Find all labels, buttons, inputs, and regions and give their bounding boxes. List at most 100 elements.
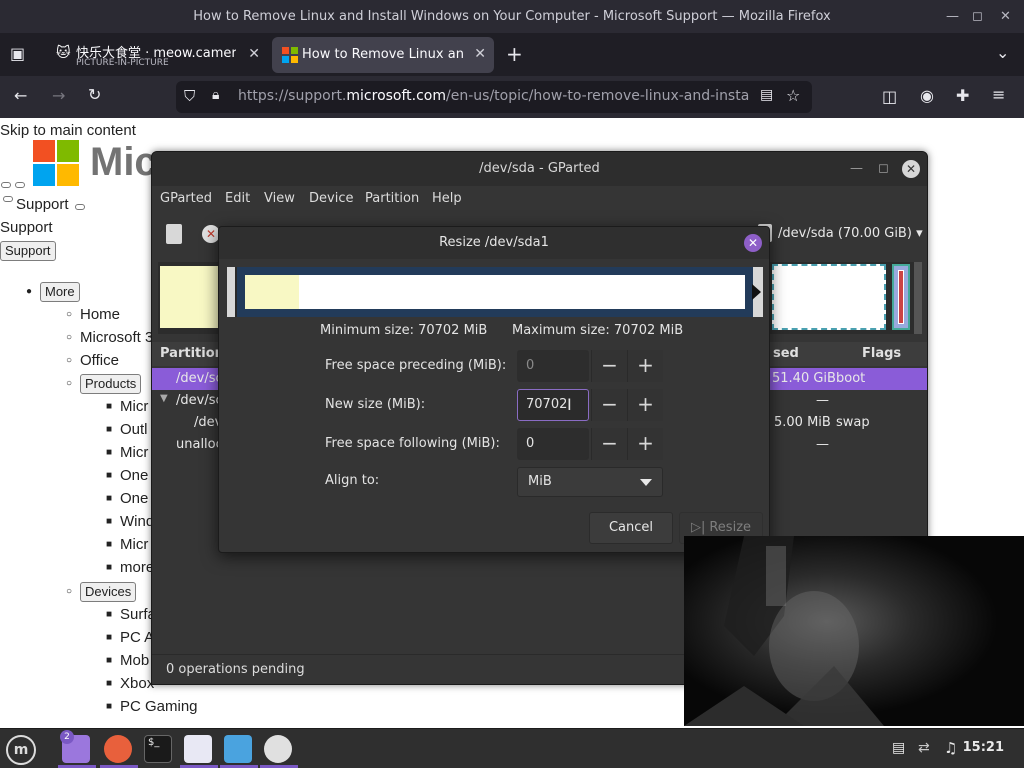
free-following-input[interactable]: 0 — [517, 428, 589, 460]
product-link[interactable]: Micr — [120, 444, 148, 461]
close-window-icon[interactable]: ✕ — [1000, 0, 1011, 33]
list-bullet: ■ — [106, 632, 113, 643]
device-link[interactable]: Mob — [120, 652, 149, 669]
menu-view[interactable]: View — [264, 191, 295, 206]
menu-edit[interactable]: Edit — [225, 191, 250, 206]
clipboard-tray-icon[interactable]: ▤ — [892, 740, 905, 756]
product-link[interactable]: One — [120, 467, 148, 484]
clock[interactable]: 15:21 — [963, 740, 1004, 755]
close-dialog-icon[interactable]: ✕ — [744, 234, 762, 252]
reload-icon[interactable]: ↻ — [88, 85, 101, 104]
free-preceding-input[interactable]: 0 — [517, 350, 589, 382]
expander-triangle-icon[interactable]: ▼ — [160, 393, 168, 404]
video-frame — [684, 536, 1024, 726]
bookmark-star-icon[interactable]: ☆ — [786, 86, 800, 105]
maximize-icon[interactable]: ◻ — [878, 152, 889, 186]
gparted-title: /dev/sda - GParted — [479, 161, 600, 176]
new-size-input[interactable]: 70702 — [517, 389, 589, 421]
url-text[interactable]: https://support.microsoft.com/en-us/topi… — [238, 88, 750, 104]
device-link[interactable]: PC A — [120, 629, 154, 646]
menu-gparted[interactable]: GParted — [160, 191, 212, 206]
network-tray-icon[interactable]: ⇄ — [918, 740, 930, 756]
menu-device[interactable]: Device — [309, 191, 353, 206]
firefox-icon[interactable] — [104, 735, 132, 763]
minimize-icon[interactable]: — — [850, 152, 863, 186]
url-bar[interactable]: ⛉ 🔒︎ https://support.microsoft.com/en-us… — [176, 81, 812, 113]
small-button[interactable] — [1, 182, 11, 188]
small-button[interactable] — [3, 196, 13, 202]
product-link[interactable]: Micr — [120, 536, 148, 553]
list-tabs-chevron-icon[interactable]: ⌄ — [996, 43, 1009, 62]
close-window-icon[interactable]: ✕ — [902, 160, 920, 178]
product-link[interactable]: One — [120, 490, 148, 507]
back-arrow-icon[interactable]: ← — [14, 86, 27, 105]
small-button[interactable] — [15, 182, 25, 188]
partition-map-unallocated[interactable] — [772, 264, 886, 330]
gparted-icon[interactable] — [224, 735, 252, 763]
reader-view-icon[interactable]: ▤ — [760, 87, 773, 103]
account-icon[interactable]: ◉ — [920, 86, 934, 105]
list-bullet: ■ — [106, 470, 113, 481]
partition-frame[interactable] — [237, 267, 753, 317]
tab-meow-camera[interactable]: 🐱 快乐大食堂 · meow.camera PICTURE-IN-PICTURE… — [46, 37, 268, 73]
text-editor-icon[interactable] — [184, 735, 212, 763]
skip-to-main-link[interactable]: Skip to main content — [0, 122, 136, 139]
device-link[interactable]: Xbox — [120, 675, 154, 692]
support-button[interactable]: Support — [0, 241, 56, 261]
tab-strip: ▣ 🐱 快乐大食堂 · meow.camera PICTURE-IN-PICTU… — [0, 33, 1024, 76]
tab-overview-icon[interactable]: ▣ — [10, 44, 25, 63]
align-to-dropdown[interactable]: MiB — [517, 467, 663, 497]
decrement-minus-icon[interactable]: − — [591, 389, 627, 421]
decrement-minus-icon[interactable]: − — [591, 428, 627, 460]
more-button[interactable]: More — [40, 282, 80, 302]
devices-button[interactable]: Devices — [80, 582, 137, 602]
column-flags[interactable]: Flags — [862, 346, 901, 361]
nav-microsoft365-link[interactable]: Microsoft 3 — [80, 329, 153, 346]
list-bullet: ○ — [66, 378, 73, 389]
lock-icon[interactable]: 🔒︎ — [212, 87, 219, 103]
decrement-minus-icon[interactable]: − — [591, 350, 627, 382]
product-link[interactable]: Outl — [120, 421, 148, 438]
pocket-icon[interactable]: ◫ — [882, 87, 897, 106]
terminal-icon[interactable]: $_ — [144, 735, 172, 763]
increment-plus-icon[interactable]: + — [627, 428, 663, 460]
disks-icon[interactable] — [264, 735, 292, 763]
menu-partition[interactable]: Partition — [365, 191, 419, 206]
product-link[interactable]: more — [120, 559, 154, 576]
resize-visual-bar[interactable] — [227, 267, 763, 317]
nav-office-link[interactable]: Office — [80, 352, 119, 369]
tab-microsoft-support[interactable]: How to Remove Linux and I ✕ — [272, 37, 494, 73]
new-tab-icon[interactable]: + — [506, 42, 523, 66]
increment-plus-icon[interactable]: + — [627, 350, 663, 382]
column-partition[interactable]: Partition — [160, 346, 224, 361]
right-arrow-icon[interactable] — [752, 284, 761, 300]
close-tab-icon[interactable]: ✕ — [248, 46, 260, 62]
support-link[interactable]: Support — [16, 196, 69, 213]
product-link[interactable]: Wind — [120, 513, 154, 530]
close-tab-icon[interactable]: ✕ — [474, 46, 486, 62]
device-selector[interactable]: /dev/sda (70.00 GiB) ▾ — [778, 226, 923, 241]
partition-map-sda1[interactable] — [160, 266, 218, 328]
maximize-icon[interactable]: ◻ — [972, 0, 983, 33]
partition-map-swap[interactable] — [892, 264, 910, 330]
device-link[interactable]: PC Gaming — [120, 698, 198, 715]
shield-icon[interactable]: ⛉ — [184, 87, 195, 105]
product-link[interactable]: Micr — [120, 398, 148, 415]
sound-tray-icon[interactable]: ♫ — [944, 739, 957, 757]
resize-dialog: Resize /dev/sda1 ✕ Minimum size: 70702 M… — [218, 226, 770, 553]
mint-menu-icon[interactable]: m — [6, 735, 36, 765]
minimize-icon[interactable]: — — [946, 0, 959, 33]
extensions-icon[interactable]: ✚ — [956, 86, 969, 105]
increment-plus-icon[interactable]: + — [627, 389, 663, 421]
nav-home-link[interactable]: Home — [80, 306, 120, 323]
new-partition-icon[interactable] — [166, 224, 182, 244]
products-button[interactable]: Products — [80, 374, 142, 394]
picture-in-picture-video[interactable] — [684, 536, 1024, 726]
menu-help[interactable]: Help — [432, 191, 462, 206]
cancel-button[interactable]: Cancel — [589, 512, 673, 544]
left-resize-handle[interactable] — [227, 267, 235, 317]
column-used[interactable]: sed — [773, 346, 799, 361]
menu-hamburger-icon[interactable]: ≡ — [992, 85, 1005, 104]
small-button[interactable] — [75, 204, 85, 210]
forward-arrow-icon[interactable]: → — [52, 86, 65, 105]
